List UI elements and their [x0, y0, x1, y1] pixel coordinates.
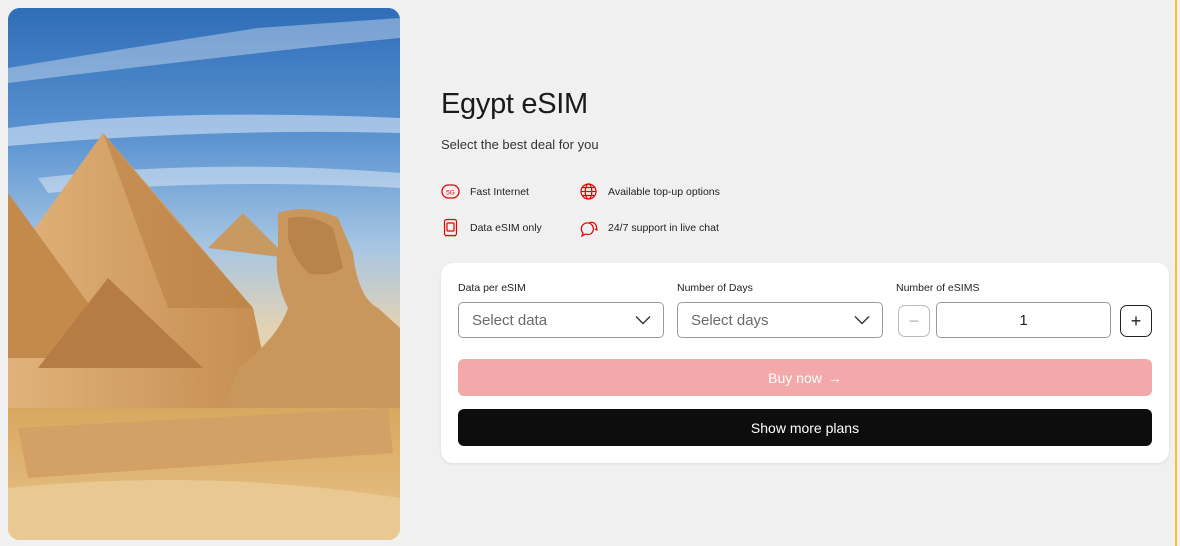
days-select[interactable]: Select days [677, 302, 883, 338]
sim-card-icon [441, 218, 460, 237]
feature-data-only: Data eSIM only [441, 218, 542, 237]
arrow-right-icon: → [827, 369, 842, 386]
page-subtitle: Select the best deal for you [441, 137, 599, 152]
feature-support: 24/7 support in live chat [579, 218, 719, 237]
number-of-esims-label: Number of eSIMS [896, 282, 980, 294]
data-per-esim-label: Data per eSIM [458, 282, 526, 294]
feature-label: 24/7 support in live chat [608, 221, 719, 234]
decrement-button[interactable]: − [898, 305, 930, 337]
hero-image-pyramids [8, 8, 400, 540]
esim-quantity-input[interactable]: 1 [936, 302, 1111, 338]
increment-button[interactable]: + [1120, 305, 1152, 337]
feature-fast-internet: 5G Fast Internet [441, 182, 529, 201]
5g-icon: 5G [441, 182, 460, 201]
esim-product-page: Egypt eSIM Select the best deal for you … [0, 0, 1180, 546]
feature-top-up: Available top-up options [579, 182, 720, 201]
days-select-placeholder: Select days [691, 311, 769, 329]
buy-now-button[interactable]: Buy now → [458, 359, 1152, 396]
show-more-plans-button[interactable]: Show more plans [458, 409, 1152, 446]
feature-label: Available top-up options [608, 185, 720, 198]
feature-label: Data eSIM only [470, 221, 542, 234]
5g-badge-text: 5G [446, 189, 455, 196]
plus-icon: + [1130, 311, 1142, 331]
data-select-placeholder: Select data [472, 311, 548, 329]
globe-icon [579, 182, 598, 201]
show-more-plans-label: Show more plans [750, 419, 860, 436]
pyramids-illustration [8, 8, 400, 540]
chevron-down-icon [635, 312, 651, 329]
page-title: Egypt eSIM [441, 88, 588, 120]
feature-label: Fast Internet [470, 185, 529, 198]
number-of-days-label: Number of Days [677, 282, 753, 294]
chat-bubbles-icon [579, 218, 598, 237]
feature-list: 5G Fast Internet Available top-up option… [441, 182, 841, 242]
minus-icon: − [908, 311, 920, 331]
plan-selector-card: Data per eSIM Select data Number of Days… [441, 263, 1169, 463]
data-select[interactable]: Select data [458, 302, 664, 338]
window-edge-highlight [1175, 0, 1177, 546]
buy-now-label: Buy now [768, 369, 822, 386]
chevron-down-icon [854, 312, 870, 329]
